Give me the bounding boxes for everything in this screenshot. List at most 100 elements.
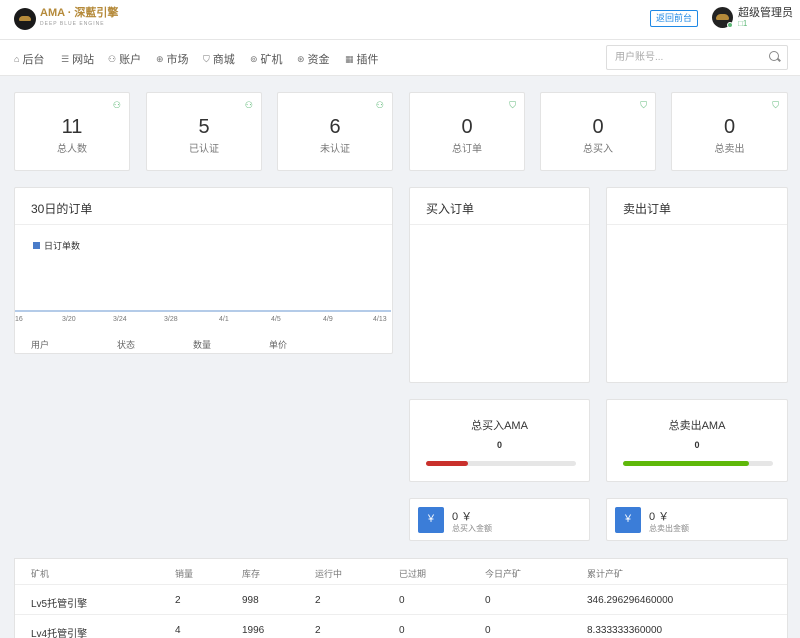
panel-title: 30日的订单: [31, 202, 93, 216]
column-header: 累计产矿: [587, 569, 624, 579]
globe-icon: ⊕: [156, 53, 164, 64]
stat-card-total-buy: ⛉ 0 总买入: [540, 92, 656, 171]
stat-label: 总人数: [57, 144, 87, 155]
table-cell: 8.333333360000: [587, 625, 663, 636]
amount-label: 总卖出金额: [649, 524, 689, 533]
logo-text: AMA · 深藍引擎 DEEP BLUE ENGINE: [40, 8, 118, 30]
table-cell: 0: [399, 595, 405, 606]
progress-bar: [623, 461, 773, 466]
nav-item-miner[interactable]: ⊚ 矿机: [250, 51, 283, 67]
chart-tick: 16: [15, 316, 23, 323]
total-buy-ama-card: 总买入AMA 0: [409, 399, 590, 482]
logo-emblem-icon: [14, 8, 36, 30]
table-cell: 0: [399, 625, 405, 636]
column-header-quantity: 数量: [193, 340, 212, 350]
sell-orders-panel: 卖出订单: [606, 187, 788, 383]
table-row[interactable]: Lv4托管引擎 4 1996 2 0 0 8.333333360000: [15, 615, 787, 638]
total-sell-ama-card: 总卖出AMA 0: [606, 399, 788, 482]
online-status-dot: [727, 22, 733, 28]
column-header-user: 用户: [31, 340, 50, 350]
user-menu[interactable]: 超级管理员 □1: [712, 7, 793, 29]
table-cell: 2: [315, 595, 321, 606]
total-sell-amount-card: ￥ 0 ￥ 总卖出金额: [606, 498, 788, 541]
logo-subtitle: DEEP BLUE ENGINE: [40, 21, 105, 27]
card-value: 0: [496, 440, 502, 450]
grid-icon: ▦: [345, 53, 354, 64]
table-cell: 2: [315, 625, 321, 636]
column-header-status: 状态: [117, 340, 136, 350]
nav-item-website[interactable]: ☰ 网站: [61, 51, 94, 67]
card-title: 总卖出AMA: [668, 420, 726, 432]
nav-item-funds[interactable]: ⊛ 资金: [297, 51, 330, 67]
chart-tick: 3/20: [62, 316, 76, 323]
logo[interactable]: AMA · 深藍引擎 DEEP BLUE ENGINE: [14, 8, 118, 30]
user-icon: ⚇: [112, 100, 121, 110]
column-header: 销量: [175, 569, 194, 579]
table-cell: 0: [485, 625, 491, 636]
table-cell: Lv5托管引擎: [31, 599, 88, 610]
chart-legend[interactable]: 日订单数: [33, 239, 80, 252]
panel-title: 买入订单: [426, 202, 475, 216]
search-input[interactable]: [607, 46, 757, 69]
nav-item-shop[interactable]: ⛉ 商城: [203, 51, 235, 67]
legend-label: 日订单数: [44, 241, 81, 251]
column-header: 运行中: [315, 569, 343, 579]
stat-card-total-users: ⚇ 11 总人数: [14, 92, 130, 171]
column-header: 矿机: [31, 569, 50, 579]
cart-icon: ⛉: [203, 53, 210, 64]
column-header: 库存: [242, 569, 261, 579]
top-bar: AMA · 深藍引擎 DEEP BLUE ENGINE 返回前台 超级管理员 □1: [0, 0, 800, 40]
column-header-price: 单价: [269, 340, 288, 350]
progress-fill: [623, 461, 749, 466]
nav-item-plugins[interactable]: ▦ 插件: [345, 51, 379, 67]
cart-icon: ⛉: [772, 100, 779, 110]
back-to-frontend-button[interactable]: 返回前台: [650, 10, 699, 27]
user-id: □1: [738, 19, 748, 28]
stat-value: 11: [61, 116, 83, 138]
stat-card-total-sell: ⛉ 0 总卖出: [671, 92, 788, 171]
table-cell: 346.296296460000: [587, 595, 674, 606]
legend-swatch-icon: [33, 242, 40, 249]
user-icon: ⚇: [375, 100, 384, 110]
stat-card-unverified: ⚇ 6 未认证: [277, 92, 393, 171]
stat-label: 总买入: [583, 144, 613, 155]
avatar: [712, 7, 733, 28]
chart-tick: 4/13: [373, 316, 387, 323]
nav-item-market[interactable]: ⊕ 市场: [156, 51, 189, 67]
table-cell: Lv4托管引擎: [31, 629, 88, 638]
nav-item-dashboard[interactable]: ⌂ 后台: [14, 51, 44, 67]
chart-tick: 4/1: [219, 316, 229, 323]
search-icon[interactable]: [769, 51, 779, 61]
chart-series-line: [15, 310, 391, 312]
list-icon: ☰: [61, 53, 70, 64]
chart-tick: 4/9: [323, 316, 333, 323]
stat-value: 0: [723, 116, 736, 138]
user-icon: ⚇: [108, 53, 117, 64]
stat-card-verified: ⚇ 5 已认证: [146, 92, 262, 171]
cart-icon: ⛉: [640, 100, 647, 110]
user-search: [606, 45, 788, 70]
miner-icon: ⊚: [250, 53, 258, 64]
nav-item-account[interactable]: ⚇ 账户: [108, 51, 141, 67]
progress-fill: [426, 461, 468, 466]
table-cell: 4: [175, 625, 181, 636]
chart-tick: 3/28: [164, 316, 178, 323]
stat-label: 总卖出: [714, 144, 745, 155]
amount-label: 总买入金额: [452, 524, 492, 533]
table-row[interactable]: Lv5托管引擎 2 998 2 0 0 346.296296460000: [15, 585, 787, 615]
user-name: 超级管理员: [738, 7, 793, 19]
column-header: 今日产矿: [485, 569, 522, 579]
stat-value: 5: [198, 116, 210, 138]
chart-tick: 3/24: [113, 316, 127, 323]
money-icon: ⊛: [297, 53, 305, 64]
progress-bar: [426, 461, 576, 466]
yen-icon: ￥: [418, 507, 444, 533]
orders-30day-panel: 30日的订单 日订单数 16 3/20 3/24 3/28 4/1 4/5 4/…: [14, 187, 393, 354]
card-value: 0: [694, 440, 700, 450]
buy-orders-panel: 买入订单: [409, 187, 590, 383]
chart-tick: 4/5: [271, 316, 281, 323]
cart-icon: ⛉: [509, 100, 516, 110]
stat-label: 已认证: [189, 144, 219, 155]
card-title: 总买入AMA: [471, 420, 528, 432]
user-icon: ⚇: [244, 100, 253, 110]
